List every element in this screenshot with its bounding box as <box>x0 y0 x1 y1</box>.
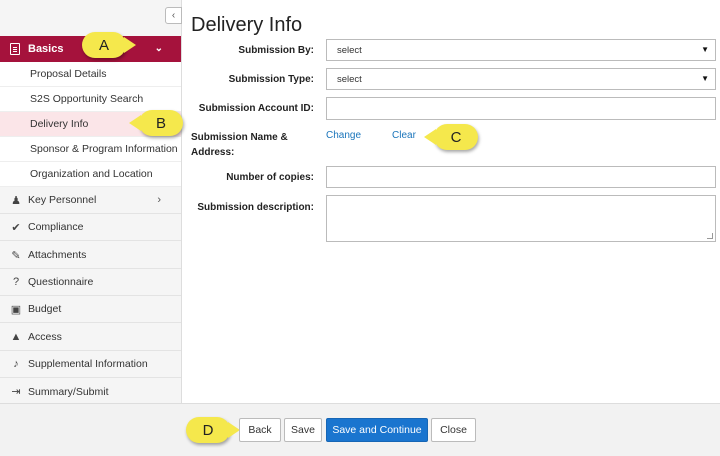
copies-label: Number of copies: <box>226 172 314 183</box>
resize-handle-icon[interactable] <box>707 233 713 239</box>
clear-link[interactable]: Clear <box>392 130 416 141</box>
callout-d: D <box>186 417 240 443</box>
description-textarea[interactable] <box>326 195 716 242</box>
submission-by-value: select <box>337 44 362 56</box>
submission-by-select[interactable]: select ▼ <box>326 39 716 61</box>
sign-out-icon: ⇥ <box>11 386 21 398</box>
callout-pointer <box>424 129 436 145</box>
sidebar-item-label: Compliance <box>28 221 84 233</box>
check-icon: ✔ <box>11 221 21 234</box>
sidebar-item-label: Supplemental Information <box>28 358 148 370</box>
copies-input[interactable] <box>326 166 716 188</box>
chevron-left-icon: ‹ <box>171 10 176 21</box>
sidebar-item-label: Attachments <box>28 249 87 261</box>
change-link[interactable]: Change <box>326 130 361 141</box>
description-label: Submission description: <box>197 202 314 213</box>
person-icon: ♟ <box>11 194 21 207</box>
sidebar-item-organization-location[interactable]: Organization and Location <box>0 162 181 187</box>
dropdown-arrow-icon: ▼ <box>701 45 709 54</box>
sidebar-item-compliance[interactable]: ✔ Compliance <box>0 214 181 241</box>
dropdown-arrow-icon: ▼ <box>701 74 709 83</box>
chevron-down-icon: ⌄ <box>154 43 163 54</box>
callout-a-label: A <box>98 36 109 54</box>
sidebar-item-access[interactable]: ▲ Access <box>0 324 181 351</box>
submission-type-value: select <box>337 73 362 85</box>
callout-c-label: C <box>450 128 462 146</box>
sidebar-item-s2s-opportunity-search[interactable]: S2S Opportunity Search <box>0 87 181 112</box>
chevron-right-icon: › <box>157 194 161 206</box>
submission-name-label-line1: Submission Name & <box>191 132 288 143</box>
submission-type-label: Submission Type: <box>228 74 314 85</box>
sidebar-item-summary-submit[interactable]: ⇥ Summary/Submit <box>0 378 181 405</box>
submission-account-input[interactable] <box>326 97 716 120</box>
submission-by-label: Submission By: <box>238 45 314 56</box>
sidebar-item-label: Sponsor & Program Information <box>30 143 178 155</box>
save-button[interactable]: Save <box>284 418 322 442</box>
sidebar-item-label: Summary/Submit <box>28 385 109 398</box>
page-title: Delivery Info <box>191 14 303 36</box>
sidebar-item-proposal-details[interactable]: Proposal Details <box>0 62 181 87</box>
lock-icon: ▲ <box>10 331 22 343</box>
bell-icon: ♪ <box>13 358 19 370</box>
save-and-continue-button[interactable]: Save and Continue <box>326 418 428 442</box>
sidebar-item-label: Organization and Location <box>30 168 153 180</box>
callout-pointer <box>129 115 141 131</box>
sidebar: ‹ Basics ⌄ Proposal Details S2S Opportun… <box>0 0 182 403</box>
paperclip-icon: ✎ <box>11 249 21 262</box>
sidebar-item-label: Basics <box>28 43 64 55</box>
sidebar-item-label: Proposal Details <box>30 68 107 80</box>
callout-a: A <box>82 32 136 58</box>
callout-c: C <box>424 124 478 150</box>
submission-name-label: Submission Name & Address: <box>191 130 288 160</box>
callout-pointer <box>124 37 136 53</box>
sidebar-item-label: Questionnaire <box>28 276 94 288</box>
sidebar-item-label: Key Personnel <box>28 194 97 206</box>
collapse-sidebar-button[interactable]: ‹ <box>165 7 182 24</box>
sidebar-item-supplemental[interactable]: ♪ Supplemental Information <box>0 351 181 378</box>
sidebar-item-budget[interactable]: ▣ Budget <box>0 296 181 323</box>
sidebar-item-label: Budget <box>28 303 62 315</box>
sidebar-item-label: S2S Opportunity Search <box>30 93 144 105</box>
document-icon <box>10 43 20 55</box>
money-icon: ▣ <box>10 303 22 316</box>
sidebar-item-questionnaire[interactable]: ? Questionnaire <box>0 269 181 296</box>
sidebar-item-label: Delivery Info <box>30 118 89 130</box>
callout-b: B <box>129 110 183 136</box>
close-button[interactable]: Close <box>431 418 476 442</box>
sidebar-item-label: Access <box>28 331 62 343</box>
question-icon: ? <box>12 276 20 288</box>
callout-d-label: D <box>202 421 214 439</box>
submission-type-select[interactable]: select ▼ <box>326 68 716 90</box>
sidebar-item-sponsor-program[interactable]: Sponsor & Program Information <box>0 137 181 162</box>
sidebar-item-key-personnel[interactable]: ♟ Key Personnel › <box>0 187 181 214</box>
submission-account-label: Submission Account ID: <box>198 103 314 114</box>
back-button[interactable]: Back <box>239 418 281 442</box>
callout-b-label: B <box>155 114 166 132</box>
submission-name-label-line2: Address: <box>191 147 235 158</box>
sidebar-item-attachments[interactable]: ✎ Attachments <box>0 242 181 269</box>
